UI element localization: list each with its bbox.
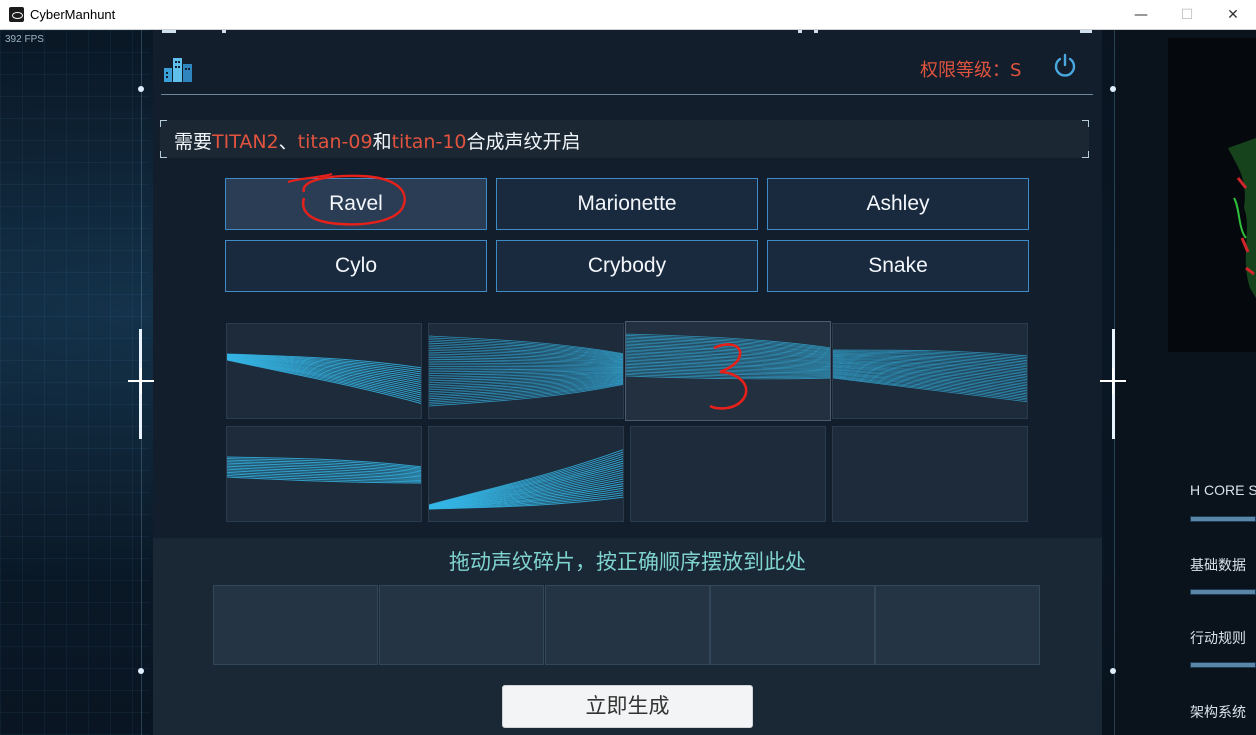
voiceprint-fragment[interactable]	[226, 426, 422, 522]
instruction-text: 需要TITAN2、titan-09和titan-10合成声纹开启	[174, 127, 581, 154]
corner-bracket	[1082, 151, 1089, 158]
waveform-graphic	[429, 335, 623, 407]
marker-dot	[138, 86, 144, 92]
right-label-action-rules: 行动规则	[1190, 630, 1246, 646]
name-button-snake[interactable]: Snake	[767, 240, 1029, 292]
marker-dot	[1110, 668, 1116, 674]
authority-level-label: 权限等级：S	[920, 60, 1022, 81]
right-bar-action-rules	[1190, 662, 1256, 668]
name-button-ashley[interactable]: Ashley	[767, 178, 1029, 230]
header-divider	[161, 94, 1093, 95]
minimize-button[interactable]: —	[1118, 0, 1164, 30]
drop-zone-title: 拖动声纹碎片，按正确顺序摆放到此处	[449, 550, 806, 574]
drop-slot[interactable]	[379, 585, 544, 665]
top-tick	[814, 30, 818, 33]
window-titlebar: CyberManhunt — ☐ ✕	[0, 0, 1256, 30]
right-label-basic-data: 基础数据	[1190, 557, 1246, 573]
target-titan-10: titan-10	[391, 131, 467, 153]
waveform-line	[227, 359, 421, 404]
waveform-line	[429, 366, 623, 368]
preview-graphic	[1228, 138, 1256, 298]
waveform-graphic	[833, 349, 1027, 403]
app-eye-icon	[9, 7, 24, 22]
voiceprint-fragment[interactable]	[428, 426, 624, 522]
corner-bracket	[160, 120, 167, 127]
waveform-graphic	[227, 353, 421, 404]
instruction-separator: 和	[372, 131, 392, 153]
target-titan2: TITAN2	[212, 131, 279, 153]
corner-bracket	[160, 151, 167, 158]
name-button-crybody[interactable]: Crybody	[496, 240, 758, 292]
target-titan-09: titan-09	[297, 131, 373, 153]
name-button-cylo[interactable]: Cylo	[225, 240, 487, 292]
right-label-architecture: 架构系统	[1190, 704, 1246, 720]
name-button-ravel[interactable]: Ravel	[225, 178, 487, 230]
waveform-line	[833, 373, 1027, 396]
top-tick	[1080, 30, 1092, 33]
voiceprint-fragment[interactable]	[832, 323, 1028, 419]
maximize-button[interactable]: ☐	[1164, 0, 1210, 30]
right-label-core: H CORE S	[1190, 482, 1256, 498]
voiceprint-fragment-empty	[630, 426, 826, 522]
instruction-prefix: 需要	[174, 131, 213, 153]
window-title: CyberManhunt	[30, 7, 116, 22]
waveform-graphic	[227, 456, 421, 484]
top-tick	[162, 30, 176, 33]
building-cube-icon	[164, 58, 192, 82]
drop-slot[interactable]	[545, 585, 710, 665]
left-crosshair-icon	[128, 368, 154, 394]
marker-dot	[138, 668, 144, 674]
drop-slot[interactable]	[710, 585, 875, 665]
voiceprint-fragment-empty	[832, 426, 1028, 522]
close-button[interactable]: ✕	[1210, 0, 1256, 30]
waveform-graphic	[626, 333, 830, 380]
name-button-marionette[interactable]: Marionette	[496, 178, 758, 230]
drop-slot[interactable]	[213, 585, 378, 665]
right-crosshair-icon	[1100, 368, 1126, 394]
corner-bracket	[1082, 120, 1089, 127]
instruction-suffix: 合成声纹开启	[466, 131, 581, 153]
voiceprint-fragment[interactable]	[428, 323, 624, 419]
fps-counter: 392 FPS	[5, 34, 44, 45]
drop-slot[interactable]	[875, 585, 1040, 665]
waveform-line	[626, 371, 830, 376]
waveform-graphic	[429, 449, 623, 510]
top-tick	[222, 30, 226, 33]
top-tick	[798, 30, 802, 33]
waveform-line	[626, 369, 830, 375]
instruction-box: 需要TITAN2、titan-09和titan-10合成声纹开启	[160, 120, 1089, 158]
right-preview-box	[1168, 38, 1256, 352]
right-bar-core	[1190, 516, 1256, 522]
right-bar-basic-data	[1190, 589, 1256, 595]
marker-dot	[1110, 86, 1116, 92]
generate-button[interactable]: 立即生成	[502, 685, 753, 728]
instruction-separator: 、	[278, 131, 298, 153]
power-icon[interactable]	[1052, 53, 1078, 79]
voiceprint-fragment[interactable]	[226, 323, 422, 419]
voiceprint-fragment-highlighted[interactable]	[625, 321, 831, 421]
